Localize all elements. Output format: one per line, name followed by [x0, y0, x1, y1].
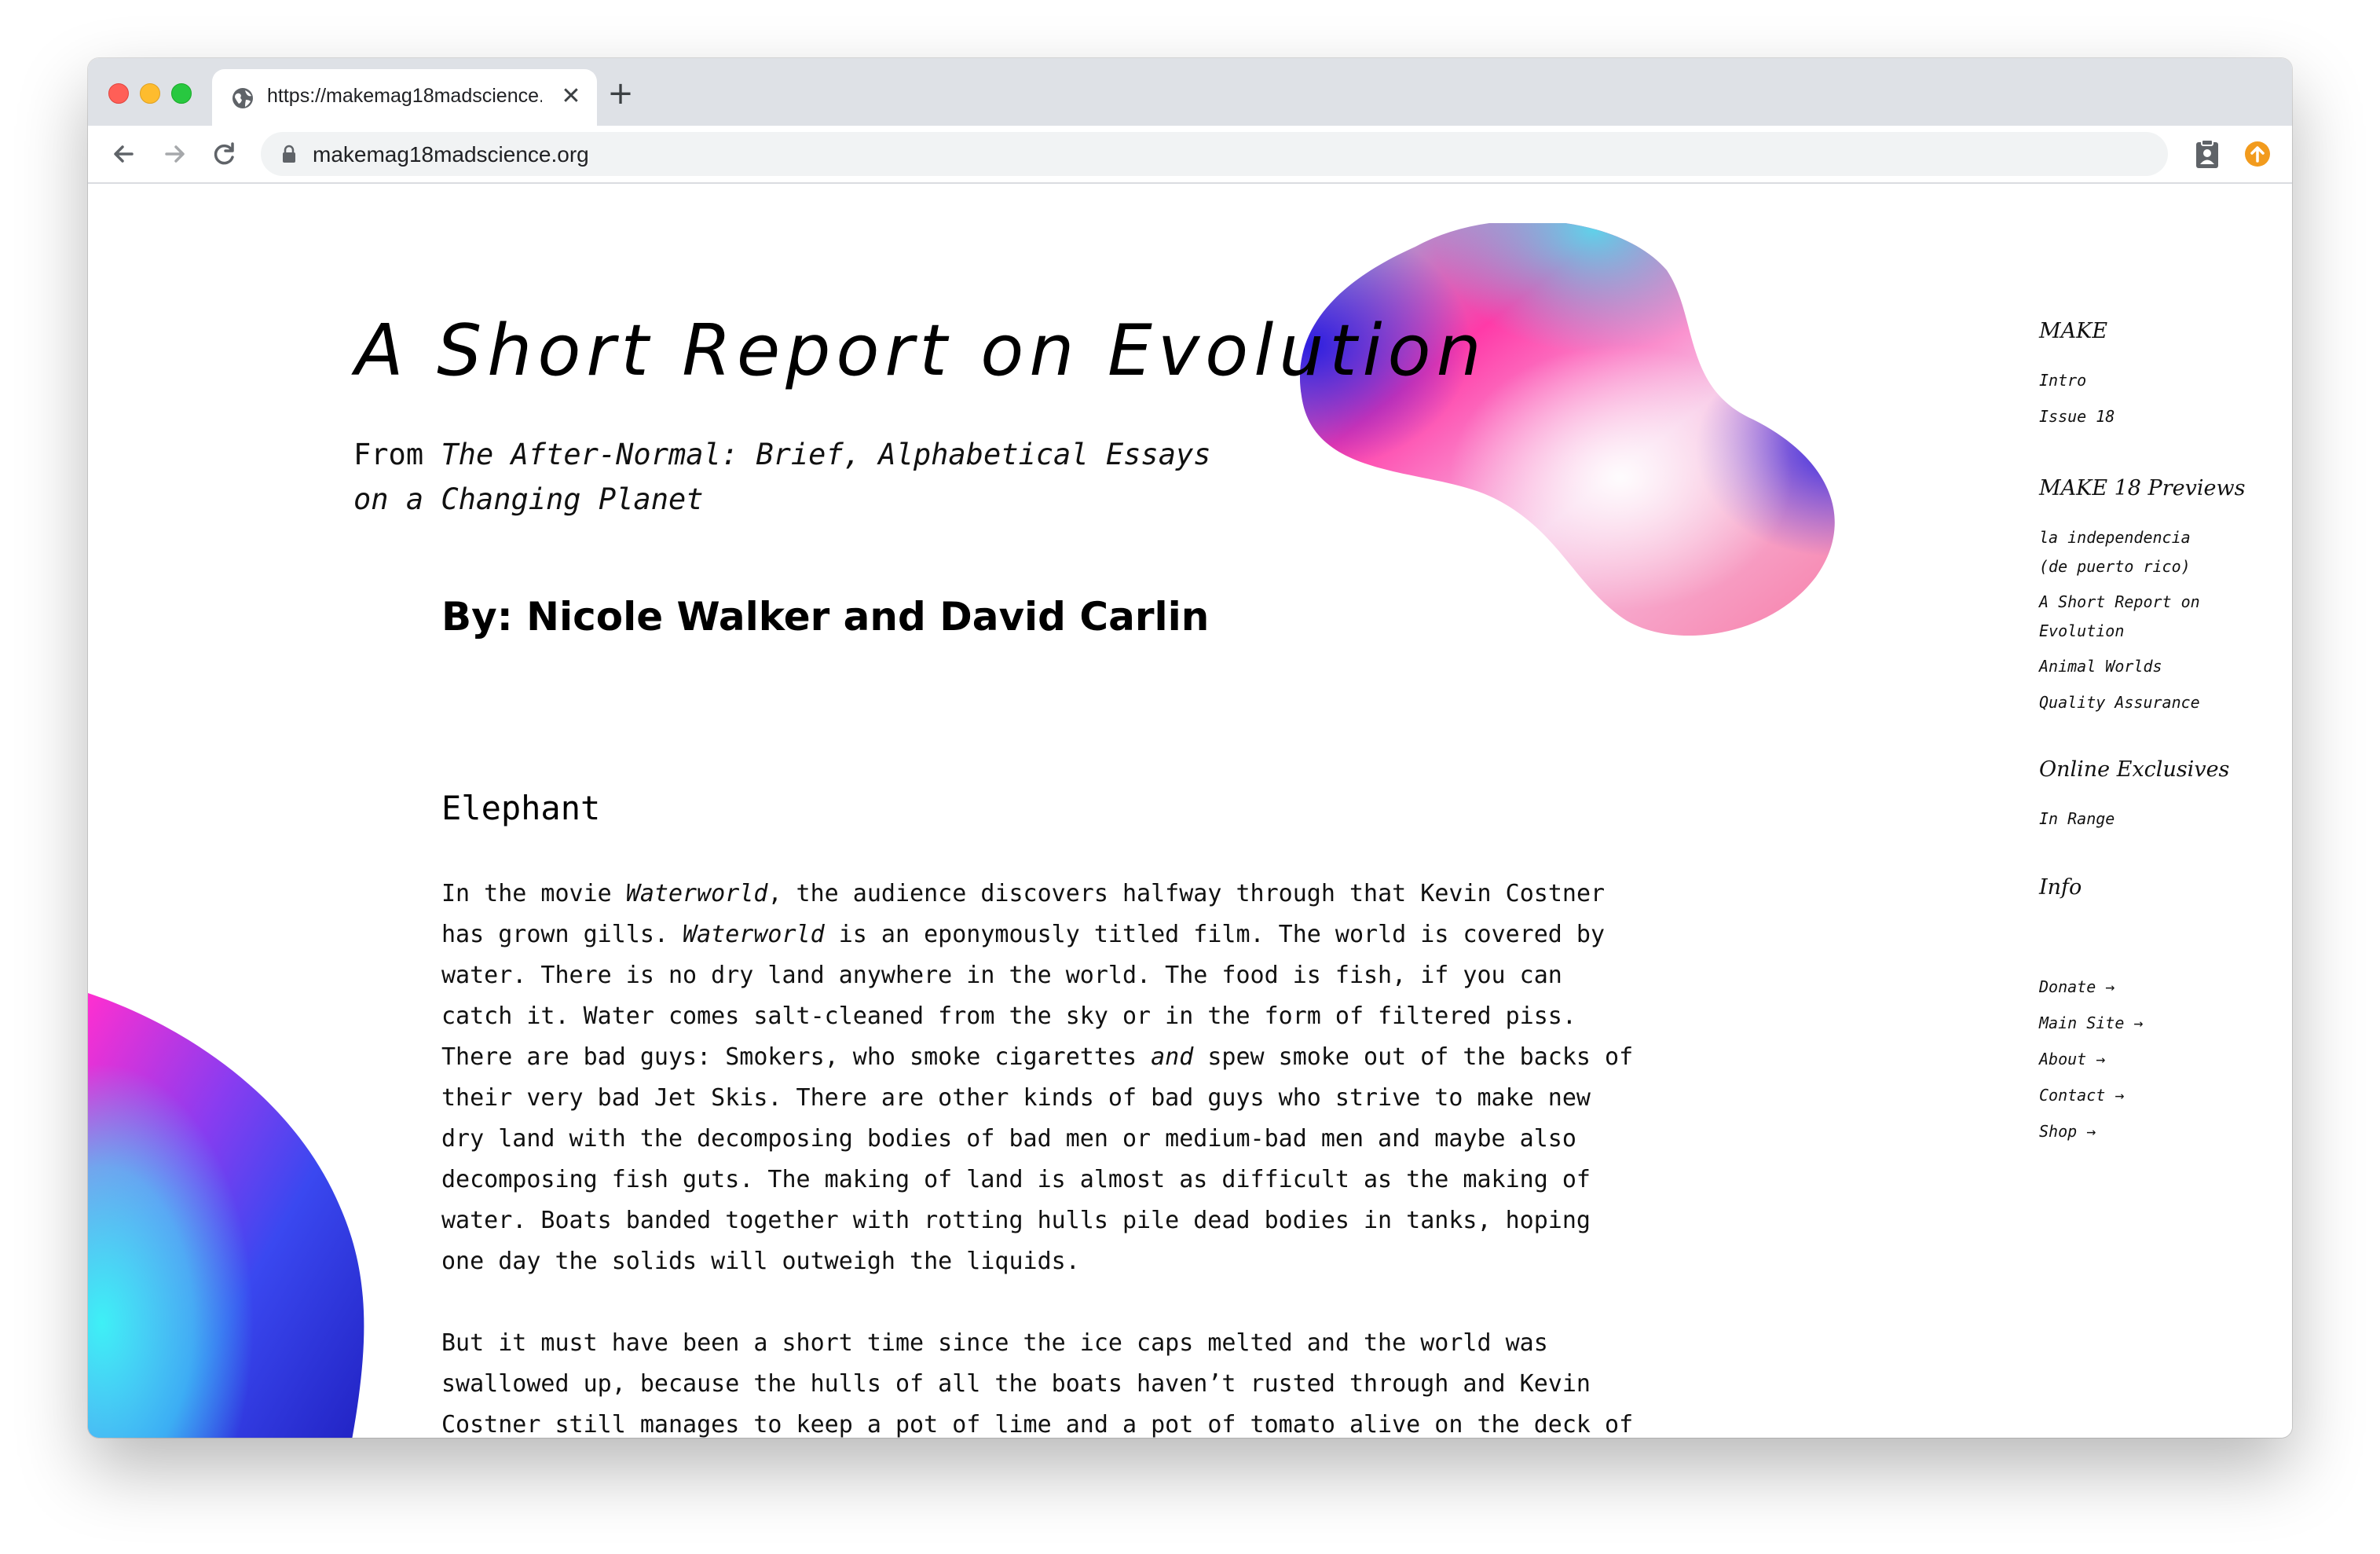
tab-title: https://makemag18madscience.org: [267, 85, 542, 107]
article-byline: By: Nicole Walker and David Carlin: [441, 594, 1210, 640]
lock-icon: [283, 145, 295, 163]
text-run: In the movie: [441, 880, 626, 907]
article-body: In the movie Waterworld, the audience di…: [441, 874, 1635, 1438]
url-text: makemag18madscience.org: [313, 142, 589, 167]
clipboard-extension-icon[interactable]: [2190, 137, 2224, 171]
sidebar-link-la-independencia[interactable]: la independencia (de puerto rico): [2039, 523, 2228, 581]
sidebar-link-quality-assurance[interactable]: Quality Assurance: [2039, 688, 2200, 717]
forward-arrow-icon[interactable]: [156, 135, 193, 173]
globe-icon: [233, 88, 253, 108]
sidebar-link-about[interactable]: About →: [2039, 1045, 2105, 1074]
text-run: spew smoke out of the backs of their ver…: [441, 1043, 1634, 1275]
tab-bar: https://makemag18madscience.org ✕ +: [88, 58, 2292, 126]
browser-tab[interactable]: https://makemag18madscience.org ✕: [212, 69, 597, 126]
update-extension-icon[interactable]: [2240, 137, 2275, 171]
sidebar-heading-previews: MAKE 18 Previews: [2039, 476, 2246, 500]
new-tab-button[interactable]: +: [605, 78, 636, 110]
article-paragraph: But it must have been a short time since…: [441, 1329, 1634, 1438]
web-page: A Short Report on Evolution From The Aft…: [88, 184, 2292, 1438]
sidebar-link-donate[interactable]: Donate →: [2039, 973, 2115, 1002]
address-bar[interactable]: makemag18madscience.org: [261, 132, 2168, 176]
sidebar-link-intro[interactable]: Intro: [2039, 366, 2086, 395]
maximize-window-button[interactable]: [171, 83, 192, 104]
minimize-window-button[interactable]: [140, 83, 160, 104]
gradient-blob-decoration: [1300, 223, 1835, 636]
reload-icon[interactable]: [206, 135, 243, 173]
film-title-emphasis: Waterworld: [683, 921, 825, 948]
emphasis: and: [1151, 1043, 1194, 1071]
browser-toolbar: makemag18madscience.org: [88, 126, 2292, 184]
close-window-button[interactable]: [108, 83, 129, 104]
sidebar-link-contact[interactable]: Contact →: [2039, 1081, 2124, 1110]
back-arrow-icon[interactable]: [105, 135, 143, 173]
sidebar-heading-make: MAKE: [2039, 319, 2108, 343]
subtitle-prefix: From: [353, 438, 441, 471]
sidebar-link-shop[interactable]: Shop →: [2039, 1117, 2096, 1146]
tab-close-icon[interactable]: ✕: [558, 83, 584, 110]
sidebar-link-short-report[interactable]: A Short Report on Evolution: [2039, 588, 2228, 646]
sidebar-link-main-site[interactable]: Main Site →: [2039, 1009, 2143, 1038]
browser-window: https://makemag18madscience.org ✕ + make…: [88, 58, 2292, 1438]
sidebar-heading-info: Info: [2039, 875, 2082, 900]
article-paragraph: In the movie Waterworld, the audience di…: [441, 874, 1635, 1282]
film-title-emphasis: Waterworld: [625, 880, 768, 907]
subtitle-book-title: The After-Normal: Brief, Alphabetical Es…: [353, 438, 1211, 516]
sidebar-link-issue-18[interactable]: Issue 18: [2039, 402, 2115, 431]
sidebar-heading-exclusives: Online Exclusives: [2039, 757, 2230, 782]
section-heading: Elephant: [441, 789, 601, 827]
sidebar-link-animal-worlds[interactable]: Animal Worlds: [2039, 652, 2162, 681]
sidebar-link-in-range[interactable]: In Range: [2039, 804, 2115, 834]
article-title: A Short Report on Evolution: [355, 310, 1487, 392]
article-subtitle: From The After-Normal: Brief, Alphabetic…: [353, 432, 1217, 522]
gradient-blob-decoration-bottom: [88, 993, 364, 1438]
